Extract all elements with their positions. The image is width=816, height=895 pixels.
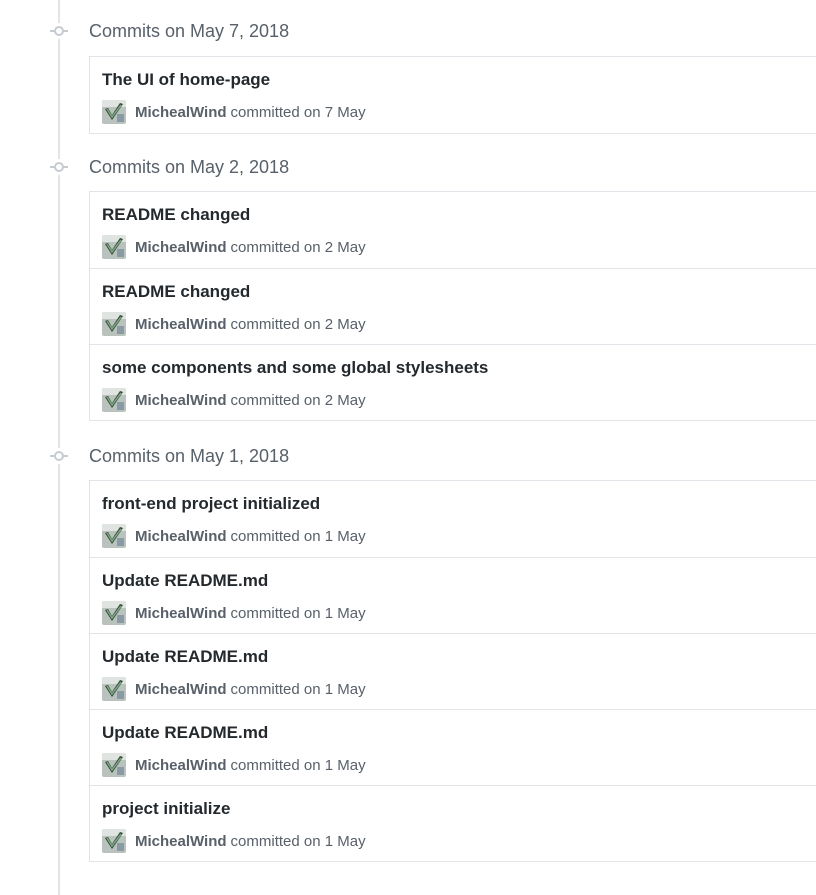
commit-item: Update README.md MichealWind committed o…: [90, 709, 816, 785]
commit-title-link[interactable]: The UI of home-page: [102, 70, 270, 90]
user-avatar[interactable]: [102, 753, 126, 777]
git-commit-icon: [50, 23, 68, 39]
commit-date: committed on 2 May: [230, 315, 366, 333]
commit-item: Update README.md MichealWind committed o…: [90, 633, 816, 709]
user-avatar[interactable]: [102, 601, 126, 625]
commit-title-link[interactable]: README changed: [102, 282, 250, 302]
commit-item: README changed MichealWind committed on …: [90, 192, 816, 268]
commit-author-link[interactable]: MichealWind: [135, 833, 227, 850]
commit-meta: MichealWind committed on 2 May: [102, 388, 366, 412]
commit-title-link[interactable]: Update README.md: [102, 571, 268, 591]
commit-title-link[interactable]: front-end project initialized: [102, 494, 320, 514]
commit-author-link[interactable]: MichealWind: [135, 605, 227, 622]
user-avatar[interactable]: [102, 100, 126, 124]
commit-title-link[interactable]: Update README.md: [102, 647, 268, 667]
commit-meta: MichealWind committed on 1 May: [102, 829, 366, 853]
commit-item: front-end project initialized MichealWin…: [90, 481, 816, 557]
user-avatar[interactable]: [102, 677, 126, 701]
commit-date: committed on 1 May: [230, 680, 366, 698]
commit-meta: MichealWind committed on 1 May: [102, 601, 366, 625]
user-avatar[interactable]: [102, 524, 126, 548]
commit-list: README changed MichealWind committed on …: [89, 191, 816, 421]
commit-item: Update README.md MichealWind committed o…: [90, 557, 816, 633]
commit-group-title: Commits on May 2, 2018: [89, 157, 290, 177]
user-avatar[interactable]: [102, 312, 126, 336]
commit-date: committed on 1 May: [230, 832, 366, 850]
commit-title-link[interactable]: Update README.md: [102, 723, 268, 743]
commit-meta: MichealWind committed on 1 May: [102, 677, 366, 701]
commit-meta: MichealWind committed on 1 May: [102, 753, 366, 777]
commit-date: committed on 1 May: [230, 527, 366, 545]
commit-author-link[interactable]: MichealWind: [135, 681, 227, 698]
commit-date: committed on 1 May: [230, 604, 366, 622]
commit-list: front-end project initialized MichealWin…: [89, 480, 816, 862]
commit-item: project initialize MichealWind committed…: [90, 785, 816, 861]
git-commit-icon: [50, 448, 68, 464]
commit-item: README changed MichealWind committed on …: [90, 268, 816, 344]
user-avatar[interactable]: [102, 829, 126, 853]
commit-author-link[interactable]: MichealWind: [135, 316, 227, 333]
user-avatar[interactable]: [102, 235, 126, 259]
commit-group-title: Commits on May 1, 2018: [89, 446, 290, 466]
commit-meta: MichealWind committed on 2 May: [102, 312, 366, 336]
commit-author-link[interactable]: MichealWind: [135, 757, 227, 774]
commit-date: committed on 1 May: [230, 756, 366, 774]
commit-author-link[interactable]: MichealWind: [135, 239, 227, 256]
commit-group-header: Commits on May 7, 2018: [0, 17, 816, 45]
commit-title-link[interactable]: project initialize: [102, 799, 230, 819]
commit-group-header: Commits on May 1, 2018: [0, 442, 816, 470]
commit-author-link[interactable]: MichealWind: [135, 104, 227, 121]
commit-meta: MichealWind committed on 1 May: [102, 524, 366, 548]
commit-meta: MichealWind committed on 7 May: [102, 100, 366, 124]
commit-item: The UI of home-page MichealWind committe…: [90, 57, 816, 133]
commit-date: committed on 7 May: [230, 103, 366, 121]
commit-meta: MichealWind committed on 2 May: [102, 235, 366, 259]
commit-date: committed on 2 May: [230, 238, 366, 256]
commit-group-may-2: Commits on May 2, 2018 README changed Mi…: [0, 153, 816, 421]
commit-group-may-1: Commits on May 1, 2018 front-end project…: [0, 442, 816, 862]
commit-group-header: Commits on May 2, 2018: [0, 153, 816, 181]
commit-author-link[interactable]: MichealWind: [135, 528, 227, 545]
commit-title-link[interactable]: README changed: [102, 205, 250, 225]
commit-group-may-7: Commits on May 7, 2018 The UI of home-pa…: [0, 17, 816, 134]
commit-title-link[interactable]: some components and some global styleshe…: [102, 358, 488, 378]
commit-group-title: Commits on May 7, 2018: [89, 21, 290, 41]
commit-author-link[interactable]: MichealWind: [135, 392, 227, 409]
user-avatar[interactable]: [102, 388, 126, 412]
commit-list: The UI of home-page MichealWind committe…: [89, 56, 816, 134]
commit-item: some components and some global styleshe…: [90, 344, 816, 420]
commit-date: committed on 2 May: [230, 391, 366, 409]
git-commit-icon: [50, 159, 68, 175]
